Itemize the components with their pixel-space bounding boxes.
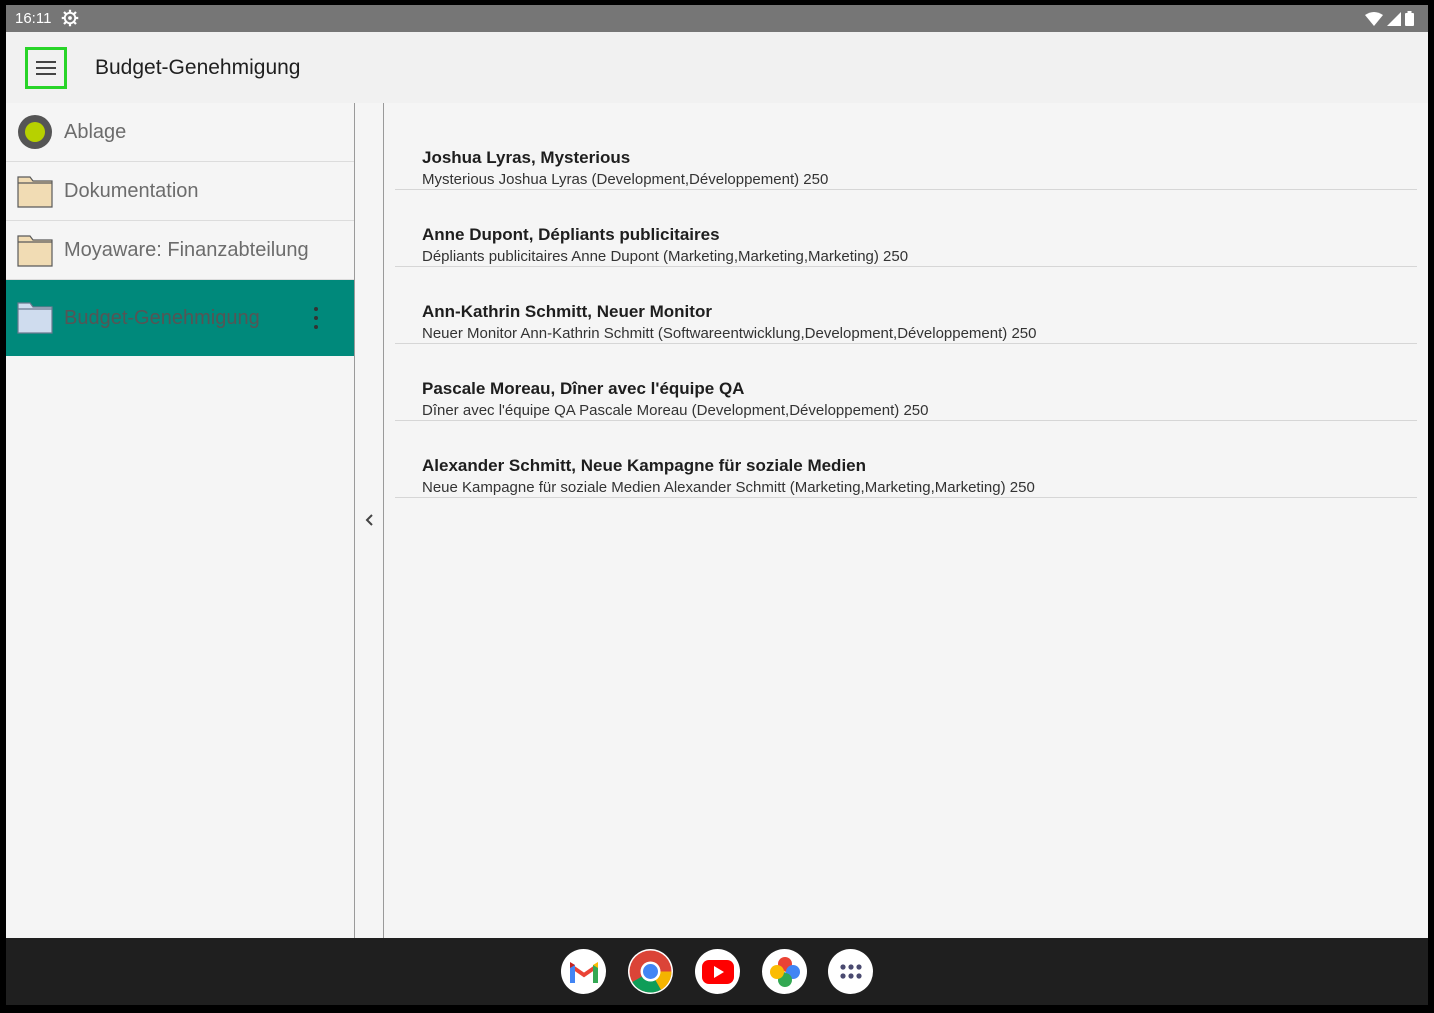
entry-title: Pascale Moreau, Dîner avec l'équipe QA <box>422 379 745 398</box>
chrome-icon[interactable] <box>628 949 673 994</box>
list-item[interactable]: Anne Dupont, Dépliants publicitaires Dép… <box>395 190 1417 267</box>
status-bar: 16:11 <box>6 5 1428 32</box>
app-bar: Budget-Genehmigung <box>6 32 1428 103</box>
sidebar-item-label: Dokumentation <box>64 180 199 202</box>
folder-icon <box>17 235 53 267</box>
entry-list: Joshua Lyras, Mysterious Mysterious Josh… <box>384 103 1428 938</box>
sidebar-item-dokumentation[interactable]: Dokumentation <box>6 162 354 221</box>
status-time: 16:11 <box>15 10 52 27</box>
sidebar: Ablage Dokumentation Moyaware: Finanzabt… <box>6 103 355 938</box>
signal-icon <box>1387 11 1401 26</box>
sidebar-item-ablage[interactable]: Ablage <box>6 103 354 162</box>
entry-subtitle: Neuer Monitor Ann-Kathrin Schmitt (Softw… <box>422 325 1037 342</box>
pane-splitter[interactable] <box>355 103 384 938</box>
youtube-icon[interactable] <box>695 949 740 994</box>
settings-gear-icon <box>61 9 79 27</box>
app-drawer-icon[interactable] <box>828 949 873 994</box>
folder-icon <box>17 176 53 208</box>
hamburger-menu-button[interactable] <box>25 47 67 89</box>
more-options-icon[interactable] <box>306 305 326 331</box>
photos-icon[interactable] <box>762 949 807 994</box>
entry-title: Alexander Schmitt, Neue Kampagne für soz… <box>422 456 867 475</box>
hamburger-icon <box>36 61 56 75</box>
entry-subtitle: Mysterious Joshua Lyras (Development,Dév… <box>422 171 829 188</box>
entry-title: Joshua Lyras, Mysterious <box>422 148 631 167</box>
sidebar-item-label: Ablage <box>64 121 127 143</box>
list-item[interactable]: Joshua Lyras, Mysterious Mysterious Josh… <box>395 113 1417 190</box>
app-dock <box>6 938 1428 1005</box>
gmail-icon[interactable] <box>561 949 606 994</box>
list-item[interactable]: Alexander Schmitt, Neue Kampagne für soz… <box>395 421 1417 498</box>
device-screen: 16:11 Budget-Genehmigung Ablage Dokument… <box>6 5 1428 1005</box>
battery-icon <box>1405 11 1414 26</box>
list-item[interactable]: Ann-Kathrin Schmitt, Neuer Monitor Neuer… <box>395 267 1417 344</box>
sidebar-item-label: Moyaware: Finanzabteilung <box>64 239 309 261</box>
status-dot-icon <box>18 115 52 149</box>
entry-subtitle: Dîner avec l'équipe QA Pascale Moreau (D… <box>422 402 929 419</box>
chevron-left-icon[interactable] <box>363 513 377 527</box>
sidebar-item-moyaware-finanzabteilung[interactable]: Moyaware: Finanzabteilung <box>6 221 354 280</box>
system-icons <box>1365 11 1414 26</box>
wifi-icon <box>1365 11 1383 26</box>
sidebar-item-budget-genehmigung[interactable]: Budget-Genehmigung <box>6 280 354 356</box>
entry-subtitle: Neue Kampagne für soziale Medien Alexand… <box>422 479 1035 496</box>
list-item[interactable]: Pascale Moreau, Dîner avec l'équipe QA D… <box>395 344 1417 421</box>
sidebar-item-label: Budget-Genehmigung <box>64 307 260 329</box>
entry-title: Anne Dupont, Dépliants publicitaires <box>422 225 720 244</box>
entry-subtitle: Dépliants publicitaires Anne Dupont (Mar… <box>422 248 909 265</box>
entry-title: Ann-Kathrin Schmitt, Neuer Monitor <box>422 302 712 321</box>
page-title: Budget-Genehmigung <box>95 56 301 79</box>
folder-open-icon <box>17 302 53 334</box>
